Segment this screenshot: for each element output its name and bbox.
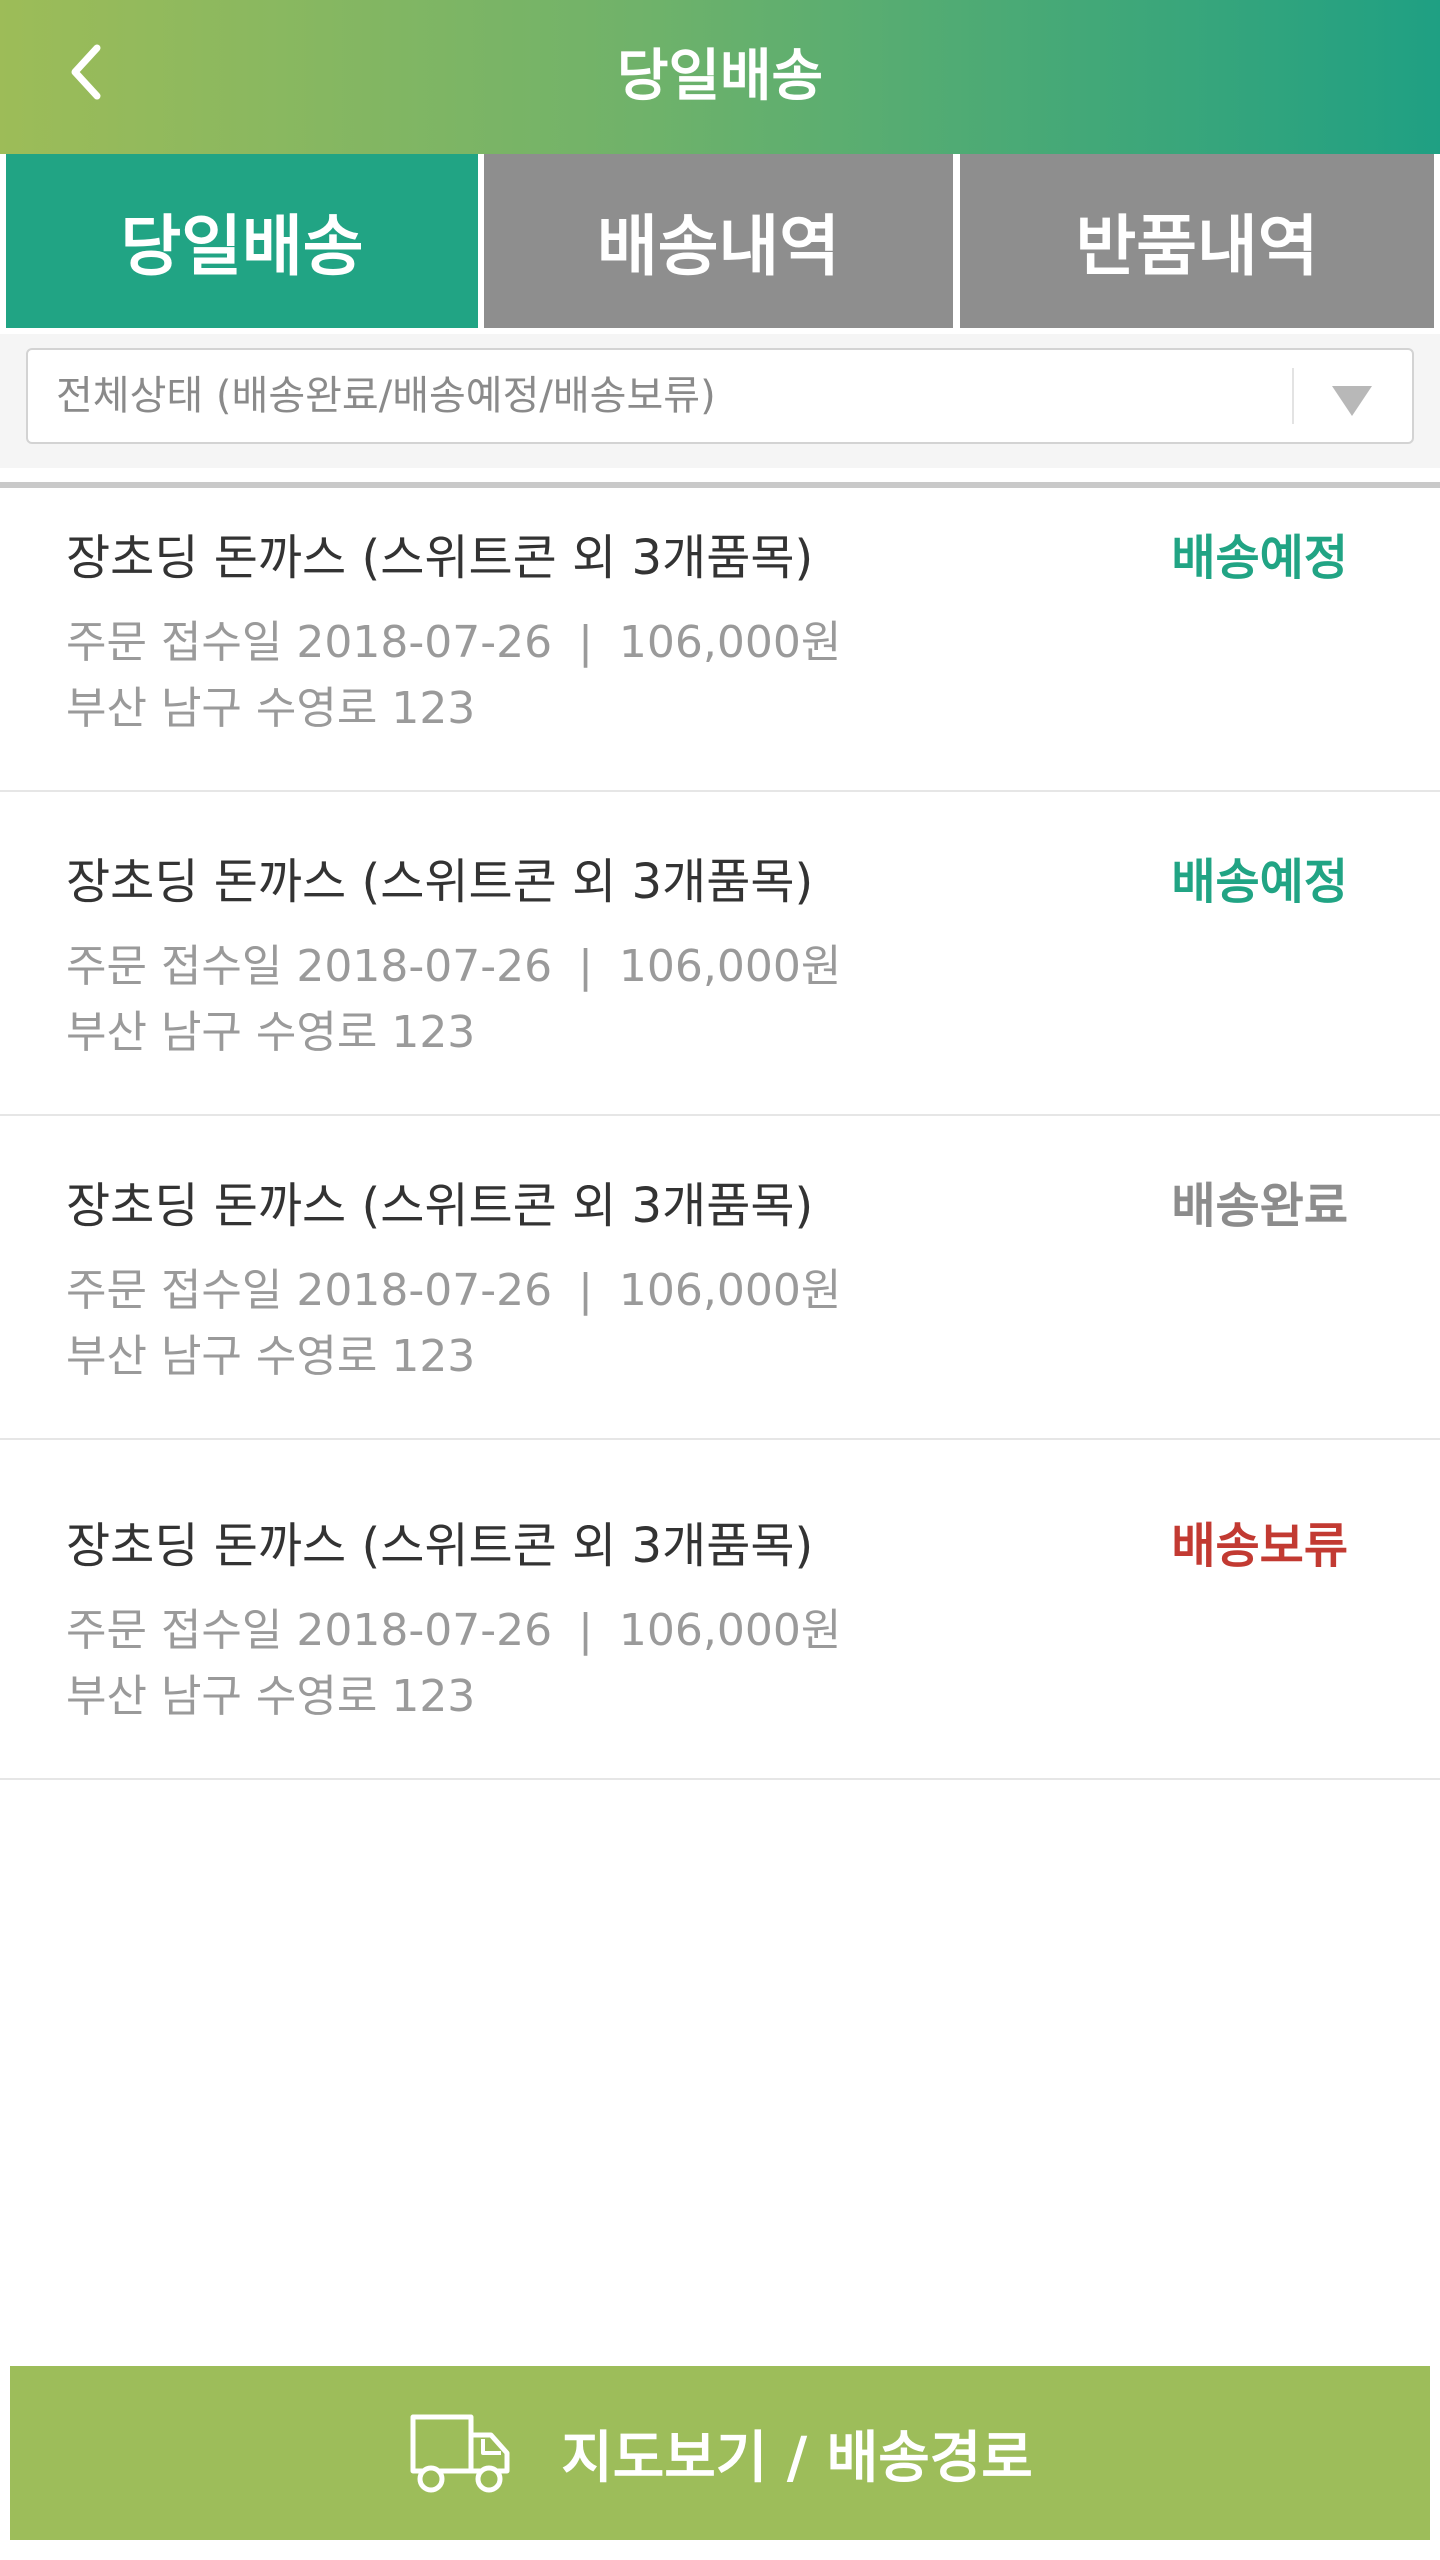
order-list-item[interactable]: 장초딩 돈까스 (스위트콘 외 3개품목) 배송예정 주문 접수일 2018-0…: [0, 792, 1440, 1116]
select-divider: [1292, 368, 1294, 424]
order-date: 주문 접수일 2018-07-26: [66, 617, 553, 668]
app-header: 당일배송: [0, 0, 1440, 154]
order-title: 장초딩 돈까스 (스위트콘 외 3개품목): [66, 1178, 814, 1234]
tab-same-day-delivery[interactable]: 당일배송: [6, 154, 478, 328]
tab-delivery-history[interactable]: 배송내역: [484, 154, 953, 328]
order-meta: 주문 접수일 2018-07-26 | 106,000원: [66, 1254, 841, 1318]
order-address: 부산 남구 수영로 123: [66, 683, 476, 734]
meta-separator: |: [578, 941, 593, 992]
order-address: 부산 남구 수영로 123: [66, 1331, 476, 1382]
map-route-label: 지도보기 / 배송경로: [561, 2425, 1033, 2491]
dropdown-arrow-icon: [1332, 386, 1372, 416]
order-title: 장초딩 돈까스 (스위트콘 외 3개품목): [66, 1518, 814, 1574]
order-list-item[interactable]: 장초딩 돈까스 (스위트콘 외 3개품목) 배송완료 주문 접수일 2018-0…: [0, 1116, 1440, 1440]
page-title: 당일배송: [616, 44, 824, 109]
order-address: 부산 남구 수영로 123: [66, 1671, 476, 1722]
order-list-item[interactable]: 장초딩 돈까스 (스위트콘 외 3개품목) 배송보류 주문 접수일 2018-0…: [0, 1440, 1440, 1780]
meta-separator: |: [578, 617, 593, 668]
order-status: 배송보류: [1171, 1518, 1348, 1574]
order-meta: 주문 접수일 2018-07-26 | 106,000원: [66, 1594, 841, 1658]
order-list: 장초딩 돈까스 (스위트콘 외 3개품목) 배송예정 주문 접수일 2018-0…: [0, 468, 1440, 1780]
map-route-button[interactable]: 지도보기 / 배송경로: [10, 2366, 1430, 2540]
order-date: 주문 접수일 2018-07-26: [66, 1265, 553, 1316]
order-amount: 106,000원: [618, 1265, 842, 1316]
order-meta: 주문 접수일 2018-07-26 | 106,000원: [66, 606, 841, 670]
order-title: 장초딩 돈까스 (스위트콘 외 3개품목): [66, 854, 814, 910]
status-filter-value: 전체상태 (배송완료/배송예정/배송보류): [56, 373, 716, 419]
order-status: 배송예정: [1171, 854, 1348, 910]
tab-bar: 당일배송 배송내역 반품내역: [0, 154, 1440, 488]
order-date: 주문 접수일 2018-07-26: [66, 941, 553, 992]
order-amount: 106,000원: [618, 1605, 842, 1656]
truck-icon: [410, 2414, 510, 2493]
status-filter-select[interactable]: 전체상태 (배송완료/배송예정/배송보류): [26, 348, 1414, 444]
order-status: 배송완료: [1171, 1178, 1348, 1234]
meta-separator: |: [578, 1605, 593, 1656]
meta-separator: |: [578, 1265, 593, 1316]
order-status: 배송예정: [1171, 530, 1348, 586]
order-title: 장초딩 돈까스 (스위트콘 외 3개품목): [66, 530, 814, 586]
order-amount: 106,000원: [618, 941, 842, 992]
order-address: 부산 남구 수영로 123: [66, 1007, 476, 1058]
order-meta: 주문 접수일 2018-07-26 | 106,000원: [66, 930, 841, 994]
filter-area: 전체상태 (배송완료/배송예정/배송보류): [0, 334, 1440, 468]
back-button[interactable]: [52, 37, 122, 107]
chevron-left-icon: [71, 44, 101, 100]
order-list-item[interactable]: 장초딩 돈까스 (스위트콘 외 3개품목) 배송예정 주문 접수일 2018-0…: [0, 468, 1440, 792]
tab-return-history[interactable]: 반품내역: [960, 154, 1434, 328]
order-amount: 106,000원: [618, 617, 842, 668]
order-date: 주문 접수일 2018-07-26: [66, 1605, 553, 1656]
